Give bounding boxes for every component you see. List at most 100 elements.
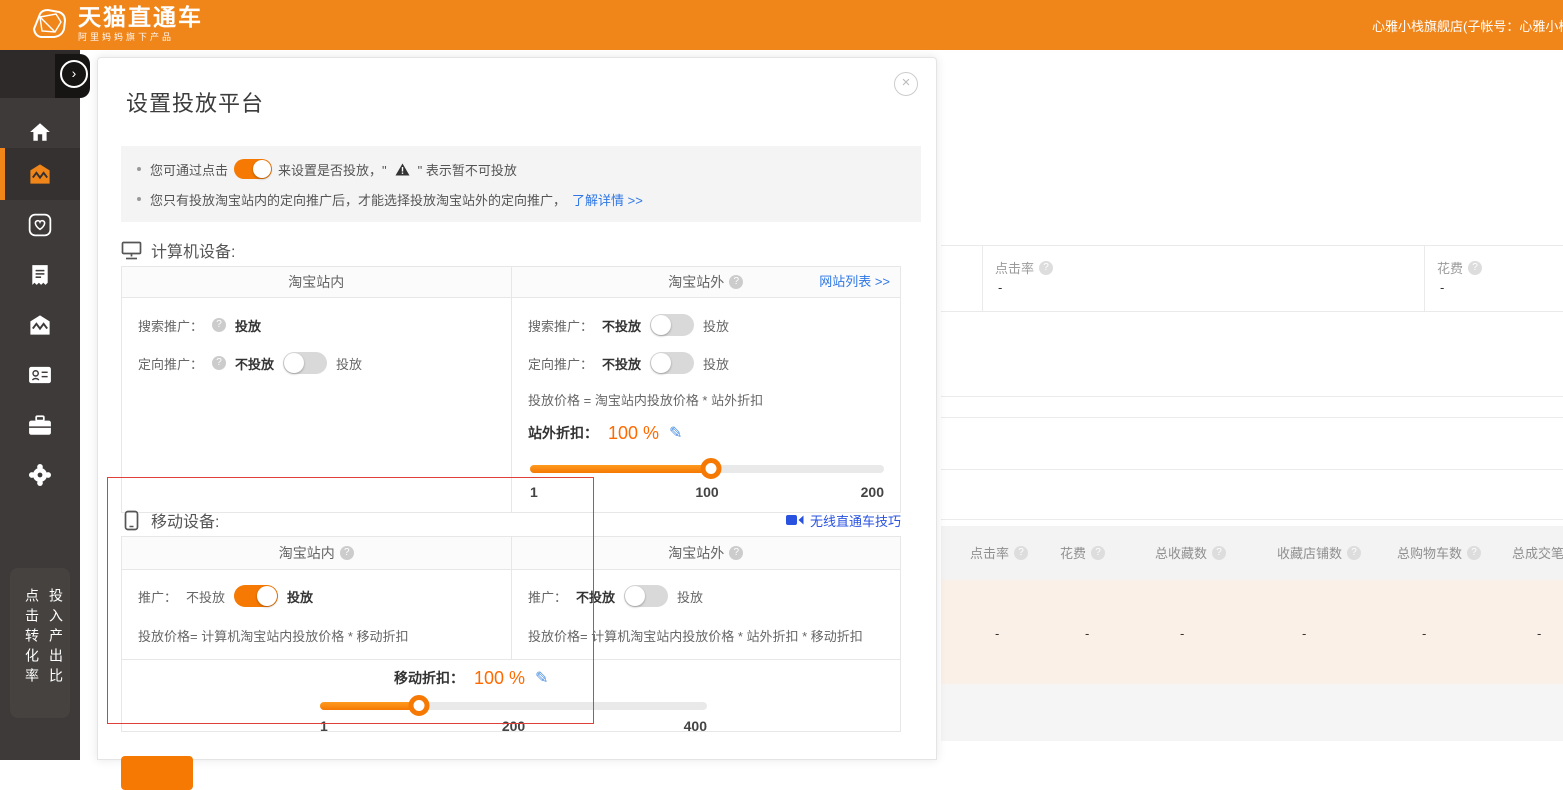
sidebar-item-tools[interactable] [0, 403, 80, 447]
account-name[interactable]: 心雅小栈旗舰店(子帐号：心雅小栈 [1372, 16, 1563, 35]
app-title: 天猫直通车 [78, 6, 203, 29]
slider-handle[interactable] [409, 695, 430, 716]
metric-label-cost: 花费 [1437, 258, 1482, 277]
help-icon[interactable] [340, 546, 354, 560]
scale-max: 200 [861, 484, 884, 500]
search-promo-state: 投放 [235, 316, 261, 335]
notice-box: 您可通过点击 来设置是否投放，" " 表示暂不可投放 您只有投放淘宝站内的定向推… [121, 146, 921, 222]
notice-text: 来设置是否投放，" [278, 160, 387, 179]
mobile-section-title: 移动设备: 无线直通车技巧 [121, 508, 901, 532]
column-header: 总收藏数 [1155, 543, 1226, 562]
search-promo-label: 搜索推广： [138, 316, 203, 335]
notice-line-1: 您可通过点击 来设置是否投放，" " 表示暂不可投放 [137, 156, 905, 182]
target-promo-label: 定向推广： [528, 354, 593, 373]
table-row: - - - - - - [941, 580, 1563, 684]
promo-label: 推广： [138, 587, 177, 606]
train-logo-icon [28, 5, 70, 43]
sidebar-item-account-card[interactable] [0, 353, 80, 397]
metric-value-cost: - [1440, 280, 1444, 295]
app-subtitle: 阿里妈妈旗下产品 [78, 33, 203, 42]
mobile-out-promo-toggle[interactable] [624, 585, 668, 607]
search-promo-row: 搜索推广： 投放 [122, 306, 511, 344]
mobile-col-taobao-in: 淘宝站内 [122, 537, 511, 569]
column-header: 收藏店铺数 [1277, 543, 1361, 562]
phone-icon [124, 510, 139, 531]
help-icon[interactable] [212, 318, 226, 332]
computer-taobao-in-cell: 搜索推广： 投放 定向推广： 不投放 投放 [122, 298, 511, 512]
promo-label: 推广： [528, 587, 567, 606]
help-icon[interactable] [1212, 546, 1226, 560]
campaign-icon [28, 163, 52, 185]
metric-label-ctr: 点击率 [995, 258, 1053, 277]
cell-value: - [1302, 626, 1306, 641]
help-icon[interactable] [729, 546, 743, 560]
state-on-label: 投放 [287, 587, 313, 606]
mobile-taobao-in-cell: 推广： 不投放 投放 投放价格= 计算机淘宝站内投放价格 * 移动折扣 [122, 570, 511, 659]
outside-discount-row: 站外折扣： 100 % [512, 416, 900, 450]
receipt-icon [30, 264, 50, 286]
sidebar-expand-button[interactable] [60, 60, 88, 88]
help-icon[interactable] [1347, 546, 1361, 560]
site-list-link[interactable]: 网站列表 >> [819, 267, 890, 297]
slider-scale: 1 100 200 [530, 484, 884, 502]
discount-value: 100 % [608, 423, 659, 444]
sidebar-item-favorites[interactable] [0, 203, 80, 247]
state-on-label: 投放 [677, 587, 703, 606]
sidebar-label-click-conversion[interactable]: 点击转化率 [22, 588, 42, 688]
help-icon[interactable] [212, 356, 226, 370]
edit-icon[interactable] [669, 423, 682, 443]
wireless-tips-link[interactable]: 无线直通车技巧 [810, 511, 901, 530]
edit-icon[interactable] [535, 668, 548, 688]
promo-row: 推广： 不投放 投放 [512, 576, 900, 616]
column-header: 花费 [1060, 543, 1105, 562]
state-on-label: 投放 [703, 354, 729, 373]
sidebar-item-report[interactable] [0, 253, 80, 297]
help-icon[interactable] [1091, 546, 1105, 560]
slider-handle[interactable] [700, 458, 721, 479]
briefcase-icon [28, 415, 52, 436]
price-formula: 投放价格 = 淘宝站内投放价格 * 站外折扣 [512, 382, 900, 416]
close-icon[interactable] [894, 72, 918, 96]
price-formula: 投放价格= 计算机淘宝站内投放价格 * 站外折扣 * 移动折扣 [512, 620, 900, 650]
slider-scale: 1 200 400 [320, 718, 707, 736]
column-header: 总购物车数 [1397, 543, 1481, 562]
mobile-in-promo-toggle[interactable] [234, 585, 278, 607]
save-button[interactable] [121, 756, 193, 790]
target-promo-toggle[interactable] [650, 352, 694, 374]
platform-settings-modal: 设置投放平台 您可通过点击 来设置是否投放，" " 表示暂不可投放 您只有投放淘… [97, 57, 937, 760]
sidebar-label-roi[interactable]: 投入产出比 [46, 588, 66, 688]
mobile-discount-slider[interactable] [320, 695, 707, 716]
notice-text: 您可通过点击 [150, 160, 228, 179]
sidebar-item-campaign[interactable] [0, 148, 80, 200]
scale-mid: 100 [695, 484, 718, 500]
help-icon[interactable] [1014, 546, 1028, 560]
state-on-label: 投放 [336, 354, 362, 373]
computer-col-taobao-in: 淘宝站内 [122, 267, 511, 297]
mobile-discount-row: 移动折扣： 100 % 1 200 400 [122, 659, 900, 731]
app-logo[interactable]: 天猫直通车 阿里妈妈旗下产品 [28, 5, 203, 43]
column-header: 总成交笔 [1512, 543, 1563, 562]
sidebar-item-service[interactable] [0, 453, 80, 497]
sidebar-item-creative[interactable] [0, 303, 80, 347]
computer-icon [121, 241, 142, 260]
help-icon[interactable] [729, 275, 743, 289]
outside-discount-slider[interactable] [530, 458, 884, 479]
discount-label: 站外折扣： [528, 423, 598, 443]
metric-value-ctr: - [998, 280, 1002, 295]
search-promo-toggle[interactable] [650, 314, 694, 336]
help-icon[interactable] [1039, 261, 1053, 275]
cell-value: - [1422, 626, 1426, 641]
state-off-label: 不投放 [186, 587, 225, 606]
help-icon[interactable] [1468, 261, 1482, 275]
target-promo-toggle[interactable] [283, 352, 327, 374]
discount-value: 100 % [474, 668, 525, 689]
scale-max: 400 [684, 718, 707, 734]
target-promo-label: 定向推广： [138, 354, 203, 373]
picture-icon [28, 314, 52, 336]
column-header: 点击率 [970, 543, 1028, 562]
notice-text: " 表示暂不可投放 [418, 160, 517, 179]
scale-min: 1 [320, 718, 328, 734]
warning-icon [395, 163, 410, 176]
learn-more-link[interactable]: 了解详情 >> [572, 190, 643, 209]
help-icon[interactable] [1467, 546, 1481, 560]
